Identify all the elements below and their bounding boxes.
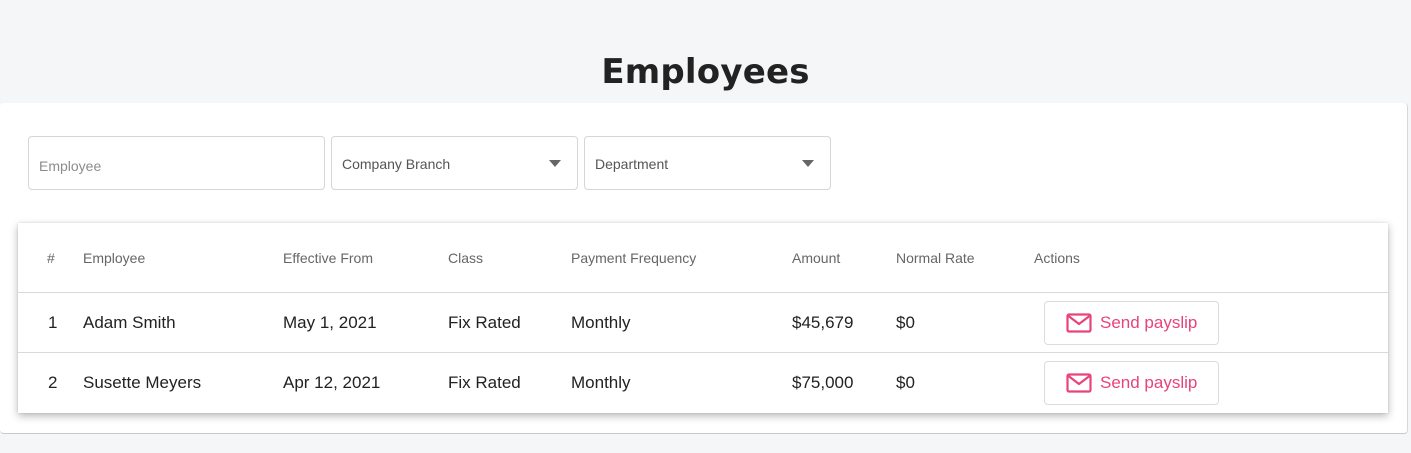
send-payslip-button[interactable]: Send payslip — [1044, 361, 1219, 405]
normal-rate-value: $0 — [896, 373, 915, 392]
class-value: Fix Rated — [448, 373, 521, 392]
mail-icon — [1066, 313, 1092, 333]
page-title: Employees — [601, 52, 810, 92]
amount-value: $45,679 — [792, 313, 854, 332]
employee-search-input[interactable] — [29, 137, 324, 189]
employee-search-field[interactable] — [28, 136, 325, 190]
header-effective-from: Effective From — [283, 250, 373, 266]
company-branch-select[interactable]: Company Branch — [331, 136, 578, 190]
table-row: 1 Adam Smith May 1, 2021 Fix Rated Month… — [18, 293, 1388, 353]
header-payment-frequency: Payment Frequency — [571, 250, 697, 266]
effective-from-value: Apr 12, 2021 — [283, 373, 381, 392]
header-normal-rate: Normal Rate — [896, 250, 975, 266]
table-row: 2 Susette Meyers Apr 12, 2021 Fix Rated … — [18, 353, 1388, 413]
row-number: 1 — [48, 313, 58, 332]
header-amount: Amount — [792, 250, 841, 266]
row-number: 2 — [48, 373, 58, 392]
caret-down-icon — [802, 160, 814, 167]
caret-down-icon — [549, 160, 561, 167]
employee-link[interactable]: Adam Smith — [83, 313, 176, 333]
employees-card: Company Branch Department # Employee Eff… — [0, 103, 1408, 434]
amount-value: $75,000 — [792, 373, 854, 392]
header-actions: Actions — [1034, 250, 1080, 266]
effective-from-value: May 1, 2021 — [283, 313, 377, 332]
mail-icon — [1066, 373, 1092, 393]
table-header: # Employee Effective From Class Payment … — [18, 223, 1388, 293]
department-label: Department — [595, 156, 669, 172]
normal-rate-value: $0 — [896, 313, 915, 332]
class-value: Fix Rated — [448, 313, 521, 332]
employee-link[interactable]: Susette Meyers — [83, 373, 201, 393]
send-payslip-label: Send payslip — [1100, 373, 1198, 392]
payment-frequency-value: Monthly — [571, 313, 631, 332]
payment-frequency-value: Monthly — [571, 373, 631, 392]
department-select[interactable]: Department — [584, 136, 831, 190]
company-branch-label: Company Branch — [342, 156, 451, 172]
send-payslip-label: Send payslip — [1100, 313, 1198, 332]
header-employee: Employee — [83, 250, 146, 266]
header-class: Class — [448, 250, 484, 266]
send-payslip-button[interactable]: Send payslip — [1044, 301, 1219, 345]
header-number: # — [47, 250, 55, 266]
employees-table: # Employee Effective From Class Payment … — [18, 223, 1388, 413]
